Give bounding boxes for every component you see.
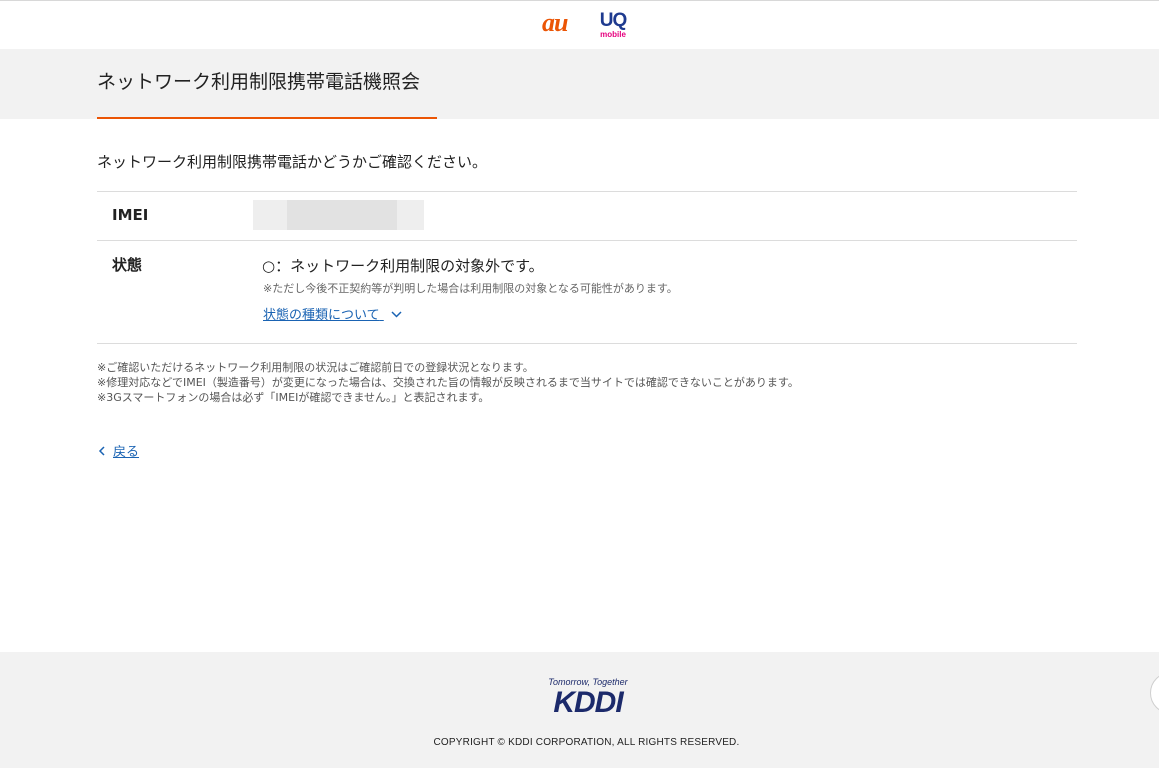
table-row-divider xyxy=(97,240,1077,241)
notes-list: ※ご確認いただけるネットワーク利用制限の状況はご確認前日での登録状況となります。… xyxy=(97,360,799,405)
uq-mobile-logo[interactable]: UQ mobile xyxy=(597,11,629,41)
status-value: ○：ネットワーク利用制限の対象外です。 xyxy=(262,257,544,275)
imei-value-masked xyxy=(253,200,424,230)
footer: Tomorrow, Together KDDI COPYRIGHT © KDDI… xyxy=(0,652,1159,768)
note-item: ※ご確認いただけるネットワーク利用制限の状況はご確認前日での登録状況となります。 xyxy=(97,361,534,374)
title-underline xyxy=(97,117,437,119)
note-item: ※3Gスマートフォンの場合は必ず「IMEIが確認できません。」と表記されます。 xyxy=(97,391,490,404)
imei-label: IMEI xyxy=(112,206,149,224)
status-types-link-label: 状態の種類について xyxy=(263,308,380,323)
status-note: ※ただし今後不正契約等が判明した場合は利用制限の対象となる可能性があります。 xyxy=(263,282,678,295)
kddi-logo[interactable]: KDDI xyxy=(0,688,1159,718)
table-bottom-divider xyxy=(97,343,1077,344)
uq-logo-text: UQ xyxy=(599,10,628,31)
au-logo[interactable]: au xyxy=(542,10,568,36)
brand-bar: au UQ mobile xyxy=(0,1,1159,49)
back-link-label: 戻る xyxy=(113,445,140,460)
chevron-left-icon xyxy=(98,446,105,456)
table-top-divider xyxy=(97,191,1077,192)
chevron-down-icon xyxy=(391,311,402,318)
uq-logo-subtext: mobile xyxy=(600,30,626,39)
copyright-text: COPYRIGHT © KDDI CORPORATION, ALL RIGHTS… xyxy=(433,737,740,748)
note-item: ※修理対応などでIMEI（製造番号）が変更になった場合は、交換された旨の情報が反… xyxy=(97,376,799,389)
imei-mask-inner xyxy=(287,200,397,230)
status-label: 状態 xyxy=(112,256,143,274)
lead-text: ネットワーク利用制限携帯電話かどうかご確認ください。 xyxy=(97,153,488,171)
status-types-link[interactable]: 状態の種類について xyxy=(263,306,403,326)
back-link[interactable]: 戻る xyxy=(97,443,139,463)
page-title: ネットワーク利用制限携帯電話機照会 xyxy=(97,71,421,93)
